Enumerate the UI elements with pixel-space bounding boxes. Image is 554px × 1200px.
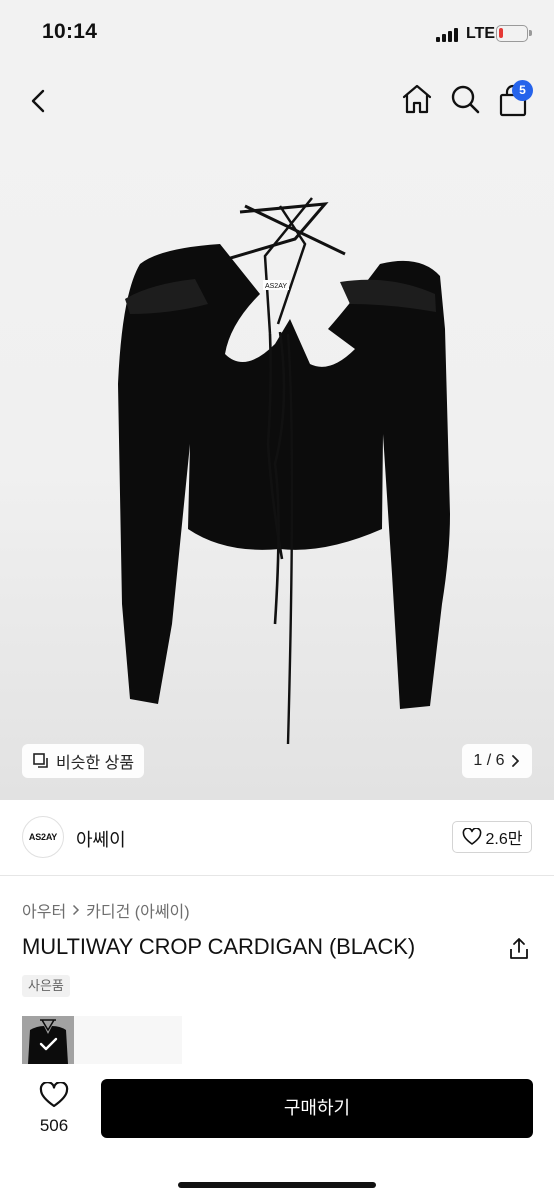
- chevron-left-icon: [31, 89, 45, 113]
- back-button[interactable]: [22, 84, 56, 118]
- home-icon: [402, 84, 432, 114]
- brand-like-count: 2.6만: [485, 831, 523, 848]
- similar-products-label: 비슷한 상품: [56, 755, 135, 772]
- brand-name[interactable]: 아쎄이: [76, 826, 126, 852]
- battery-icon: [496, 25, 532, 42]
- product-title: MULTIWAY CROP CARDIGAN (BLACK): [22, 934, 416, 959]
- product-thumbnail: [22, 1016, 74, 1064]
- heart-icon: [462, 828, 481, 845]
- breadcrumb-subcategory[interactable]: 카디건 (아쎄이): [86, 898, 189, 922]
- copy-icon: [33, 753, 48, 768]
- breadcrumb-category[interactable]: 아우터: [22, 898, 66, 922]
- option-thumbnails: [22, 1016, 182, 1064]
- product-image-gallery[interactable]: 5 AS2AY 비슷한 상품 1 / 6: [0, 66, 554, 800]
- heart-icon: [39, 1081, 69, 1108]
- share-icon: [510, 938, 528, 959]
- status-time: 10:14: [42, 20, 98, 43]
- product-photo: AS2AY: [118, 197, 450, 744]
- breadcrumb: 아우터 카디건 (아쎄이): [22, 898, 190, 922]
- garment-label: AS2AY: [265, 283, 287, 290]
- home-indicator: [178, 1182, 376, 1188]
- search-button[interactable]: [448, 82, 482, 116]
- chevron-right-icon: [73, 904, 80, 916]
- status-bar: 10:14 LTE: [0, 0, 554, 66]
- cellular-signal-icon: [436, 28, 460, 42]
- cart-count-badge: 5: [512, 80, 533, 101]
- image-pager[interactable]: 1 / 6: [462, 744, 532, 778]
- chevron-right-icon: [511, 755, 519, 767]
- option-thumbnail-selected[interactable]: [22, 1016, 74, 1064]
- buy-button[interactable]: 구매하기: [101, 1079, 533, 1138]
- brand-logo[interactable]: AS2AY: [22, 816, 64, 858]
- network-type: LTE: [466, 25, 496, 42]
- home-button[interactable]: [400, 82, 434, 116]
- wishlist-count: 506: [39, 1116, 69, 1135]
- wishlist-button[interactable]: 506: [30, 1081, 78, 1136]
- search-icon: [451, 85, 480, 114]
- brand-row[interactable]: AS2AY 아쎄이 2.6만: [0, 800, 554, 876]
- gift-tag: 사은품: [22, 975, 70, 997]
- share-button[interactable]: [506, 936, 532, 962]
- brand-like-button[interactable]: 2.6만: [452, 821, 532, 853]
- image-pager-count: 1 / 6: [473, 752, 505, 769]
- bottom-action-bar: 506 구매하기: [0, 1064, 554, 1200]
- similar-products-button[interactable]: 비슷한 상품: [22, 744, 145, 778]
